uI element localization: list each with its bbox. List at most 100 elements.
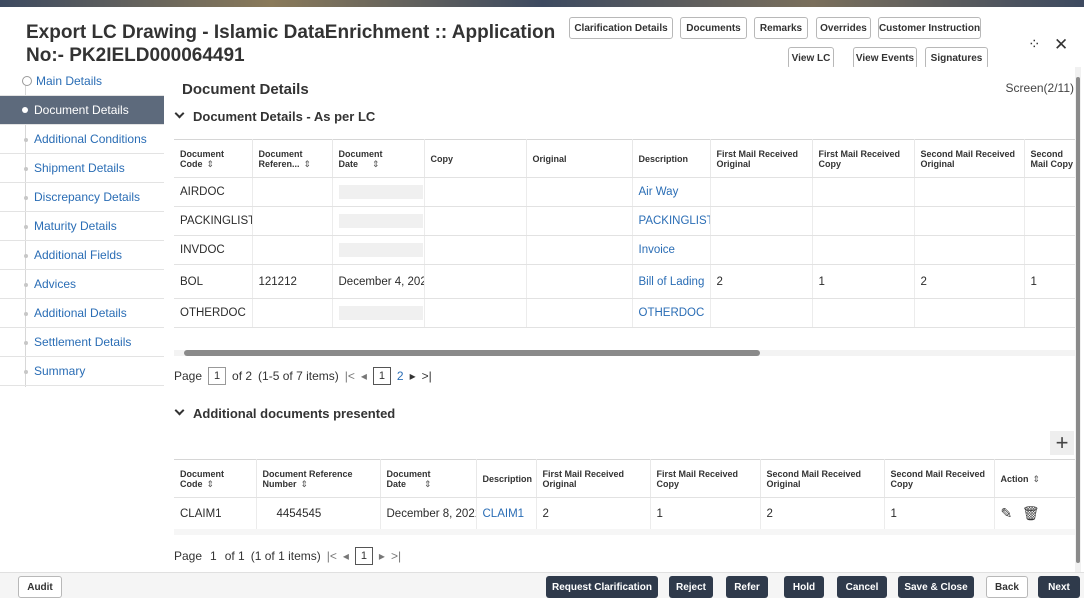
sidebar-item-shipment-details[interactable]: Shipment Details [0, 154, 164, 183]
sort-icon[interactable]: ⇕ [301, 479, 309, 489]
cell-date[interactable] [332, 235, 425, 265]
close-icon[interactable]: ✕ [1054, 35, 1068, 55]
vertical-scrollbar[interactable] [1075, 67, 1081, 572]
sidebar-item-main-details[interactable]: Main Details [0, 67, 164, 96]
status-dot-icon [24, 341, 28, 345]
scrollbar-thumb[interactable] [184, 350, 760, 356]
title-line-2: No:- PK2IELD000064491 [26, 45, 245, 66]
page-1-button[interactable]: 1 [354, 547, 373, 565]
horizontal-scrollbar-2[interactable] [174, 529, 1080, 535]
column-header[interactable]: Document Date ⇕ [332, 139, 425, 178]
horizontal-scrollbar[interactable] [174, 350, 1080, 356]
column-header[interactable]: Document Code ⇕ [174, 459, 257, 498]
view-lc-button[interactable]: View LC [788, 47, 834, 69]
next-page-icon[interactable]: ▸ [410, 369, 416, 383]
table-row: AIRDOC Air Way [174, 177, 1081, 207]
description-link[interactable]: PACKINGLIST [632, 206, 711, 236]
sidebar-item-label: Settlement Details [34, 335, 132, 349]
sort-icon[interactable]: ⇕ [304, 159, 312, 169]
reject-button[interactable]: Reject [669, 576, 713, 598]
cell-document-code: OTHERDOC [174, 298, 253, 328]
table-row: CLAIM1 4454545 December 8, 2021 CLAIM1 2… [174, 497, 1081, 530]
description-link[interactable]: CLAIM1 [476, 497, 537, 530]
description-link[interactable]: OTHERDOC [632, 298, 711, 328]
cancel-button[interactable]: Cancel [837, 576, 887, 598]
overrides-button[interactable]: Overrides [816, 17, 871, 39]
cell-date[interactable] [332, 298, 425, 328]
sidebar-item-additional-conditions[interactable]: Additional Conditions [0, 125, 164, 154]
view-events-button[interactable]: View Events [853, 47, 917, 69]
sidebar-item-advices[interactable]: Advices [0, 270, 164, 299]
additional-documents-table: Document Code ⇕ Document Reference Number… [174, 459, 1081, 530]
cell: 1 [1024, 264, 1081, 299]
save-close-button[interactable]: Save & Close [898, 576, 974, 598]
collapse-icon[interactable]: ⁘ [1028, 35, 1041, 53]
sort-icon[interactable]: ⇕ [207, 159, 215, 169]
prev-page-icon[interactable]: ◂ [343, 549, 349, 563]
cell-reference[interactable]: 121212 [252, 264, 333, 299]
section-toggle-additional-documents[interactable]: Additional documents presented [174, 405, 395, 421]
sidebar-item-additional-fields[interactable]: Additional Fields [0, 241, 164, 270]
chevron-down-icon [174, 405, 185, 416]
sort-icon[interactable]: ⇕ [424, 479, 432, 489]
sidebar-item-document-details[interactable]: Document Details [0, 96, 164, 125]
sidebar-item-summary[interactable]: Summary [0, 357, 164, 386]
description-link[interactable]: Bill of Lading [632, 264, 711, 299]
cell-copy [424, 298, 527, 328]
back-button[interactable]: Back [986, 576, 1028, 598]
item-count: (1 of 1 items) [250, 549, 321, 563]
cell-date[interactable]: December 4, 2021 [332, 264, 425, 299]
column-header[interactable]: Document Referen... ⇕ [252, 139, 333, 178]
clarification-details-button[interactable]: Clarification Details [569, 17, 673, 39]
page-2-button[interactable]: 2 [397, 369, 404, 383]
sidebar-item-discrepancy-details[interactable]: Discrepancy Details [0, 183, 164, 212]
first-page-icon[interactable]: |< [327, 549, 337, 563]
remarks-button[interactable]: Remarks [754, 17, 808, 39]
customer-instruction-button[interactable]: Customer Instruction [878, 17, 981, 39]
hold-button[interactable]: Hold [784, 576, 824, 598]
signatures-button[interactable]: Signatures [925, 47, 988, 69]
header: Export LC Drawing - Islamic DataEnrichme… [0, 7, 1084, 69]
request-clarification-button[interactable]: Request Clarification [546, 576, 658, 598]
section-toggle-as-per-lc[interactable]: Document Details - As per LC [174, 108, 375, 124]
last-page-icon[interactable]: >| [422, 369, 432, 383]
add-row-icon[interactable]: + [1050, 431, 1074, 455]
prev-page-icon[interactable]: ◂ [361, 369, 367, 383]
sort-icon[interactable]: ⇕ [207, 479, 215, 489]
description-link[interactable]: Air Way [632, 177, 711, 207]
main-content: Document Details Screen(2/11) Document D… [166, 67, 1084, 572]
cell: 2 [760, 497, 885, 530]
page-count: of 2 [232, 369, 253, 383]
page-input[interactable]: 1 [208, 367, 227, 385]
next-page-icon[interactable]: ▸ [379, 549, 385, 563]
delete-icon[interactable]: 🗑 [1022, 505, 1040, 521]
audit-button[interactable]: Audit [18, 576, 62, 598]
documents-button[interactable]: Documents [680, 17, 747, 39]
sort-icon[interactable]: ⇕ [1033, 474, 1041, 484]
last-page-icon[interactable]: >| [391, 549, 401, 563]
sidebar-item-label: Advices [34, 277, 77, 291]
description-link[interactable]: Invoice [632, 235, 711, 265]
cell-original [526, 206, 633, 236]
column-header[interactable]: Action ⇕ [994, 459, 1081, 498]
edit-icon[interactable]: ✎ [1001, 505, 1013, 521]
sidebar-item-additional-details[interactable]: Additional Details [0, 299, 164, 328]
page-input[interactable]: 1 [208, 549, 219, 563]
column-header[interactable]: Document Date ⇕ [380, 459, 477, 498]
first-page-icon[interactable]: |< [345, 369, 355, 383]
cell [1024, 298, 1081, 328]
column-header[interactable]: Document Reference Number ⇕ [256, 459, 381, 498]
sidebar-item-maturity-details[interactable]: Maturity Details [0, 212, 164, 241]
cell-date[interactable] [332, 177, 425, 207]
page-1-button[interactable]: 1 [372, 367, 391, 385]
scrollbar-thumb[interactable] [1076, 77, 1080, 563]
column-header[interactable]: Document Code ⇕ [174, 139, 253, 178]
sidebar-item-settlement-details[interactable]: Settlement Details [0, 328, 164, 357]
next-button[interactable]: Next [1038, 576, 1080, 598]
cell-reference [252, 298, 333, 328]
cell [914, 177, 1025, 207]
refer-button[interactable]: Refer [726, 576, 768, 598]
cell-date: December 8, 2021 [380, 497, 477, 530]
cell-date[interactable] [332, 206, 425, 236]
sort-icon[interactable]: ⇕ [372, 159, 380, 169]
